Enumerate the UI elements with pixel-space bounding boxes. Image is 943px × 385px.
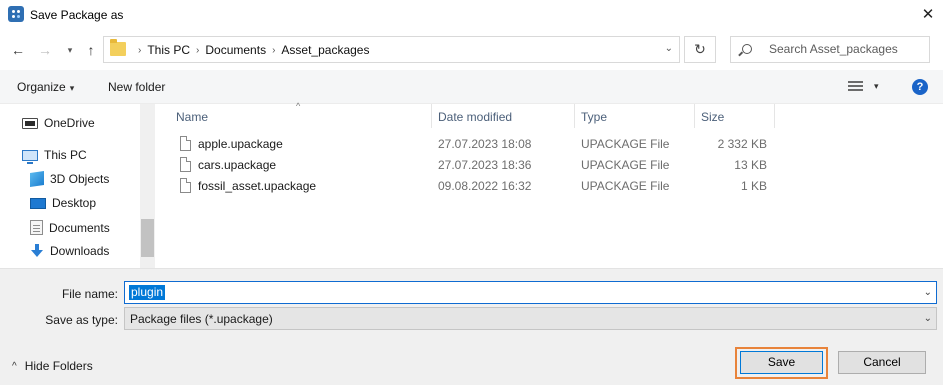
forward-button[interactable]: → [37, 40, 53, 60]
save-as-type-select[interactable]: Package files (*.upackage) ⌄ [124, 307, 937, 330]
organize-button[interactable]: Organize ▾ [17, 80, 74, 94]
file-icon [180, 178, 191, 193]
scrollbar-thumb[interactable] [141, 219, 154, 257]
downloads-icon [30, 244, 44, 258]
file-icon [180, 136, 191, 151]
search-box[interactable] [730, 36, 930, 63]
file-date-modified: 09.08.2022 16:32 [438, 179, 532, 193]
new-folder-button[interactable]: New folder [108, 80, 165, 94]
file-date-modified: 27.07.2023 18:08 [438, 137, 532, 151]
column-header-name[interactable]: Name [176, 110, 208, 124]
address-dropdown-icon[interactable]: ⌄ [665, 43, 673, 54]
file-name: cars.upackage [198, 158, 277, 172]
3d-objects-icon [30, 171, 44, 187]
sidebar-item-downloads[interactable]: Downloads [30, 244, 109, 258]
column-divider[interactable] [774, 104, 775, 128]
breadcrumb-this-pc[interactable]: This PC [147, 43, 190, 57]
onedrive-icon [22, 117, 38, 129]
file-name-label: File name: [61, 287, 118, 301]
sidebar-item-label: This PC [44, 148, 87, 162]
sidebar-item-documents[interactable]: Documents [30, 220, 110, 235]
sidebar-item-label: Desktop [52, 196, 97, 210]
hide-folders-label: Hide Folders [24, 359, 93, 373]
sidebar-item-this-pc[interactable]: This PC [22, 148, 87, 164]
view-options-dropdown-icon[interactable]: ▾ [874, 81, 879, 92]
file-name-value[interactable]: plugin [129, 285, 166, 300]
help-icon[interactable]: ? [912, 79, 928, 95]
this-pc-icon [22, 149, 38, 164]
up-button[interactable]: ↑ [83, 40, 99, 60]
file-row[interactable]: apple.upackage 27.07.2023 18:08 UPACKAGE… [155, 134, 943, 155]
view-options-icon[interactable] [848, 81, 863, 92]
file-name: fossil_asset.upackage [198, 179, 317, 193]
column-divider[interactable] [431, 104, 432, 128]
file-type: UPACKAGE File [581, 179, 670, 193]
file-size: 2 332 KB [717, 137, 767, 151]
file-name: apple.upackage [198, 137, 283, 151]
documents-icon [30, 220, 43, 235]
chevron-down-icon[interactable]: ⌄ [924, 287, 932, 298]
column-header-date-modified[interactable]: Date modified [438, 110, 512, 124]
column-header-type[interactable]: Type [581, 110, 607, 124]
sidebar-item-desktop[interactable]: Desktop [30, 196, 96, 210]
chevron-down-icon: ▾ [69, 83, 75, 93]
save-button[interactable]: Save [740, 351, 823, 374]
breadcrumb-separator[interactable]: › [196, 45, 199, 56]
sidebar-item-label: Downloads [50, 244, 110, 258]
sidebar-item-label: OneDrive [44, 116, 95, 130]
save-as-type-label: Save as type: [45, 313, 118, 327]
sort-ascending-icon: ^ [296, 101, 301, 111]
column-header-size[interactable]: Size [701, 110, 724, 124]
back-button[interactable]: ← [10, 40, 26, 60]
breadcrumb-documents[interactable]: Documents [205, 43, 266, 57]
breadcrumb-separator: › [138, 44, 142, 56]
search-input[interactable] [769, 42, 924, 56]
refresh-button[interactable]: ↻ [684, 36, 716, 63]
file-size: 1 KB [740, 179, 767, 193]
file-size: 13 KB [734, 158, 767, 172]
file-name-field[interactable]: plugin ⌄ [124, 281, 937, 304]
window-title: Save Package as [30, 8, 124, 22]
address-bar[interactable]: › This PC › Documents › Asset_packages ⌄ [103, 36, 680, 63]
sidebar-item-label: 3D Objects [50, 172, 110, 186]
breadcrumb-asset-packages[interactable]: Asset_packages [281, 43, 369, 57]
breadcrumb: › This PC › Documents › Asset_packages [132, 43, 369, 57]
column-divider[interactable] [574, 104, 575, 128]
file-type: UPACKAGE File [581, 137, 670, 151]
cancel-button[interactable]: Cancel [838, 351, 926, 374]
navigation-pane: OneDrive This PC 3D Objects Desktop Docu… [0, 104, 155, 268]
title-bar: Save Package as ✕ [0, 0, 943, 30]
folder-icon [110, 39, 126, 56]
file-row[interactable]: cars.upackage 27.07.2023 18:36 UPACKAGE … [155, 155, 943, 176]
organize-label: Organize [17, 80, 66, 94]
chevron-up-icon: ^ [12, 360, 17, 372]
chevron-down-icon[interactable]: ⌄ [924, 313, 932, 324]
desktop-icon [30, 197, 46, 209]
file-date-modified: 27.07.2023 18:36 [438, 158, 532, 172]
command-toolbar: Organize ▾ New folder ▾ ? [0, 70, 943, 104]
file-icon [180, 157, 191, 172]
sidebar-item-onedrive[interactable]: OneDrive [22, 116, 95, 130]
save-as-type-value: Package files (*.upackage) [130, 312, 273, 326]
save-options-panel: File name: plugin ⌄ Save as type: Packag… [0, 268, 943, 385]
recent-locations-button[interactable]: ▾ [64, 40, 76, 60]
breadcrumb-separator[interactable]: › [272, 45, 275, 56]
hide-folders-button[interactable]: ^ Hide Folders [12, 359, 93, 373]
unity-app-icon [8, 6, 24, 22]
column-divider[interactable] [694, 104, 695, 128]
file-type: UPACKAGE File [581, 158, 670, 172]
close-button[interactable]: ✕ [913, 0, 943, 30]
sidebar-item-label: Documents [49, 220, 110, 235]
sidebar-item-3d-objects[interactable]: 3D Objects [30, 171, 110, 187]
search-icon [742, 44, 752, 54]
file-row[interactable]: fossil_asset.upackage 09.08.2022 16:32 U… [155, 176, 943, 197]
file-list: ^ Name Date modified Type Size apple.upa… [155, 101, 943, 268]
